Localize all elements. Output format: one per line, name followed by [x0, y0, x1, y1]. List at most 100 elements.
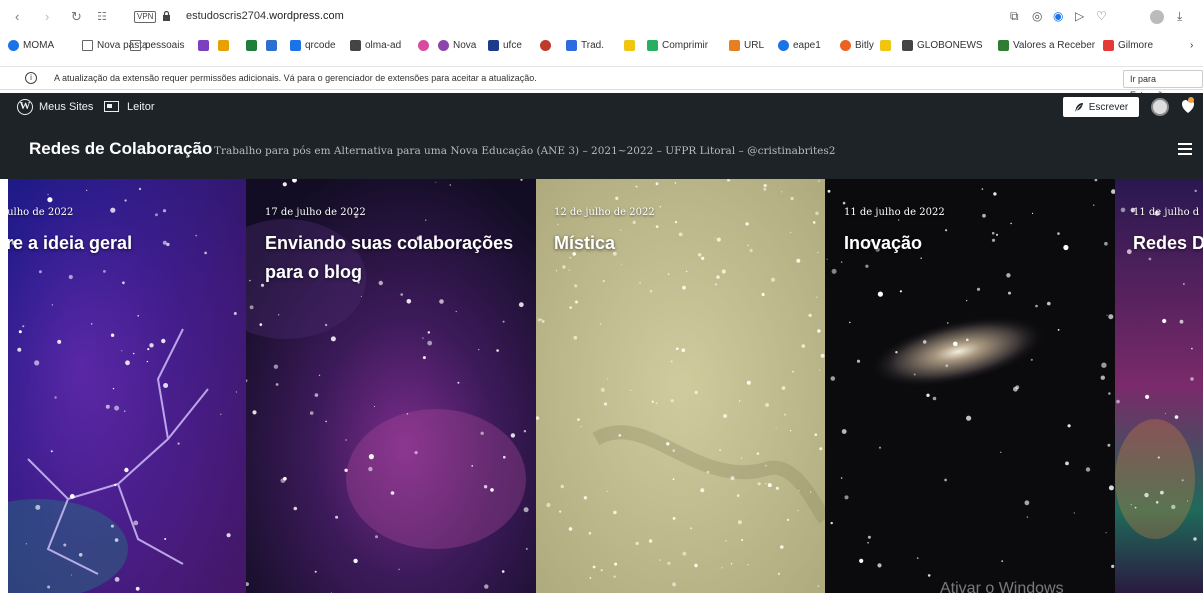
star-dot — [944, 478, 947, 482]
bookmark-item[interactable]: URL — [729, 40, 764, 51]
download-icon[interactable]: ⤓ — [1177, 9, 1182, 24]
star-dot — [730, 476, 735, 481]
chrome-g-icon — [8, 40, 19, 51]
post-card[interactable]: 11 de julho d Redes D — [1115, 179, 1203, 593]
vpn-badge[interactable]: VPN — [134, 11, 157, 23]
flow-icon[interactable]: ▷ — [1075, 9, 1084, 23]
post-card[interactable]: julho de 2022 re a ideia geral — [8, 179, 246, 593]
forward-icon[interactable]: › — [45, 9, 49, 25]
star-dot — [817, 585, 820, 588]
bookmark-item[interactable] — [624, 40, 635, 51]
camera-icon[interactable]: ◎ — [1032, 9, 1042, 23]
profile-icon[interactable] — [1150, 10, 1164, 24]
star-dot — [726, 179, 730, 182]
bookmark-item[interactable]: Bitly — [840, 40, 874, 51]
bookmark-item[interactable] — [198, 40, 209, 51]
star-dot — [1026, 516, 1029, 518]
star-dot — [1116, 399, 1120, 404]
star-dot — [314, 570, 317, 573]
star-dot — [249, 279, 251, 282]
star-dot — [78, 553, 83, 557]
post-card[interactable]: 17 de julho de 2022 Enviando suas colabo… — [246, 179, 536, 593]
bookmark-label: Trad. — [581, 40, 604, 51]
bookmark-item[interactable]: eape1 — [778, 40, 821, 51]
post-card[interactable]: 12 de julho de 2022 Mística — [536, 179, 825, 593]
star-dot — [648, 539, 653, 543]
back-icon[interactable]: ‹ — [15, 9, 19, 25]
bookmark-item[interactable] — [246, 40, 257, 51]
write-button[interactable]: Escrever — [1063, 97, 1139, 117]
account-avatar[interactable] — [1151, 98, 1169, 116]
bookmark-item[interactable] — [266, 40, 277, 51]
lock-icon[interactable] — [162, 11, 171, 21]
vpn-shield-icon[interactable]: ◉ — [1053, 9, 1063, 23]
site-title[interactable]: Redes de Colaboração — [29, 139, 212, 159]
post-card[interactable]: 11 de julho de 2022 Inovação — [825, 179, 1115, 593]
star-dot — [1162, 318, 1167, 324]
site-header: Redes de Colaboração Trabalho para pós e… — [0, 122, 1203, 179]
speed-dial-icon[interactable]: ☷ — [97, 9, 107, 25]
url-domain: wordpress.com — [269, 10, 344, 22]
star-dot — [792, 370, 795, 373]
star-dot — [1157, 456, 1160, 459]
reload-icon[interactable]: ↻ — [71, 9, 82, 25]
star-dot — [674, 220, 678, 224]
wordpress-logo-icon[interactable]: W — [17, 99, 33, 115]
bookmark-item[interactable]: Gilmore — [1103, 40, 1153, 51]
write-label: Escrever — [1088, 101, 1129, 113]
post-title[interactable]: Mística — [554, 229, 814, 258]
post-title[interactable]: re a ideia geral — [8, 229, 241, 258]
bookmark-item[interactable]: GLOBONEWS — [902, 40, 983, 51]
bookmark-item[interactable]: Comprimir — [647, 40, 708, 51]
star-dot — [105, 404, 110, 409]
post-title[interactable]: Inovação — [844, 229, 1104, 258]
star-dot — [233, 312, 237, 315]
flower-icon — [198, 40, 209, 51]
my-sites-link[interactable]: Meus Sites — [39, 101, 93, 113]
bookmark-item[interactable]: MOMA — [8, 40, 54, 51]
star-dot — [574, 284, 578, 288]
bookmark-item[interactable] — [218, 40, 229, 51]
star-dot — [667, 561, 671, 565]
heart-icon[interactable]: ♡ — [1096, 9, 1107, 23]
bookmark-item[interactable] — [418, 40, 429, 51]
star-dot — [736, 494, 740, 497]
star-dot — [765, 482, 767, 485]
bookmark-item[interactable]: qrcode — [290, 40, 336, 51]
post-title[interactable]: Redes D — [1133, 229, 1203, 258]
star-dot — [47, 197, 53, 203]
go-to-extensions-button[interactable]: Ir para Extensões — [1123, 70, 1203, 100]
post-date: 11 de julho d — [1133, 207, 1200, 218]
bookmark-item[interactable]: Valores a Receber — [998, 40, 1095, 51]
bookmark-item[interactable] — [540, 40, 551, 51]
star-dot — [738, 400, 741, 402]
bookmark-item[interactable]: pessoais — [130, 40, 184, 51]
bookmark-item[interactable]: Trad. — [566, 40, 604, 51]
post-title[interactable]: Enviando suas colaborações para o blog — [265, 229, 525, 287]
menu-hamburger-icon[interactable] — [1178, 143, 1192, 155]
reader-link[interactable]: Leitor — [127, 101, 155, 113]
doc-icon — [350, 40, 361, 51]
star-dot — [775, 427, 777, 429]
star-dot — [278, 314, 280, 316]
star-dot — [763, 183, 767, 188]
qr-icon — [290, 40, 301, 51]
bookmarks-overflow-icon[interactable]: › — [1190, 40, 1193, 51]
reader-icon[interactable] — [104, 101, 119, 112]
star-dot — [667, 273, 670, 276]
tv-icon — [902, 40, 913, 51]
star-dot — [47, 193, 49, 196]
star-dot — [1100, 375, 1105, 380]
bookmark-item[interactable]: Nova — [438, 40, 476, 51]
star-dot — [1134, 506, 1137, 509]
star-dot — [427, 331, 430, 334]
bookmark-item[interactable]: ufce — [488, 40, 522, 51]
address-bar[interactable]: estudoscris2704.wordpress.com — [186, 10, 344, 22]
star-dot — [865, 264, 869, 268]
star-dot — [112, 387, 115, 390]
bookmark-item[interactable] — [880, 40, 891, 51]
notifications-icon[interactable] — [1181, 97, 1195, 115]
bookmark-item[interactable]: olma-ad — [350, 40, 401, 51]
star-dot — [568, 527, 573, 531]
snapshot-icon[interactable]: ⧉ — [1010, 9, 1019, 24]
